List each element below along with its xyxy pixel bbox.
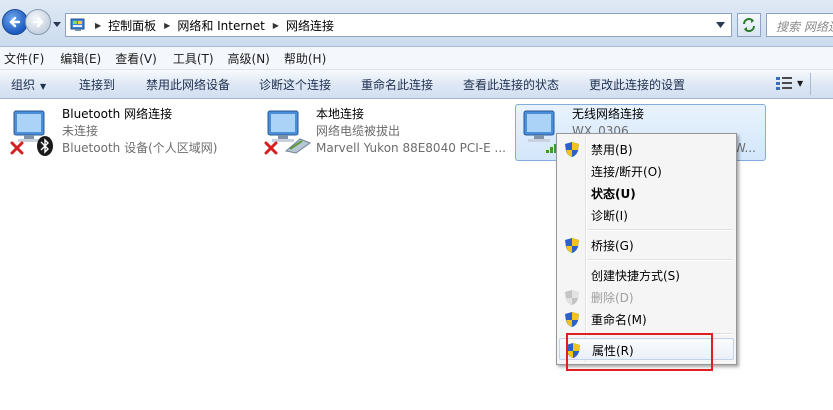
breadcrumb-network-connections[interactable]: 网络连接 — [286, 17, 334, 34]
menu-item-connect-disconnect[interactable]: 连接/断开(O) — [559, 160, 734, 182]
address-bar: ▶ 控制面板 ▶ 网络和 Internet ▶ 网络连接 搜索 网络连 — [0, 0, 833, 47]
refresh-icon — [743, 18, 755, 32]
menu-item-label: 重命名(M) — [591, 313, 647, 327]
breadcrumb-network-internet[interactable]: 网络和 Internet — [177, 17, 264, 34]
menu-advanced[interactable]: 高级(N) — [224, 50, 276, 67]
menu-item-status[interactable]: 状态(U) — [559, 182, 734, 204]
menu-item-label: 创建快捷方式(S) — [591, 269, 680, 283]
disconnected-x-icon — [10, 141, 24, 155]
connection-status: 未连接 — [62, 124, 99, 138]
breadcrumb-control-panel[interactable]: 控制面板 — [108, 17, 156, 34]
organize-button[interactable]: 组织 ▼ — [11, 76, 46, 93]
context-menu: 禁用(B) 连接/断开(O) 状态(U) 诊断(I) 桥接(G) 创建快捷方式(… — [556, 133, 737, 365]
change-settings-button[interactable]: 更改此连接的设置 — [589, 76, 685, 93]
arrow-right-icon — [32, 16, 44, 28]
breadcrumb-arrow-icon[interactable]: ▶ — [164, 21, 170, 30]
menu-view[interactable]: 查看(V) — [111, 50, 163, 67]
menu-edit[interactable]: 编辑(E) — [56, 50, 107, 67]
connection-local[interactable]: 本地连接 网络电缆被拔出 Marvell Yukon 88E8040 PCI-E… — [264, 103, 509, 161]
menu-item-label: 桥接(G) — [591, 239, 634, 253]
menu-bar: 文件(F) 编辑(E) 查看(V) 工具(T) 高级(N) 帮助(H) — [0, 47, 833, 70]
annotation-highlight-box — [566, 333, 713, 371]
connection-name: 无线网络连接 — [572, 107, 645, 121]
menu-item-disable[interactable]: 禁用(B) — [559, 138, 734, 160]
address-dropdown-icon[interactable] — [716, 21, 725, 29]
menu-item-label: 诊断(I) — [591, 209, 628, 223]
diagnose-connection-button[interactable]: 诊断这个连接 — [259, 76, 331, 93]
uac-shield-disabled-icon — [565, 290, 579, 305]
connection-name: Bluetooth 网络连接 — [62, 107, 173, 121]
organize-label: 组织 — [11, 78, 36, 92]
connect-to-button[interactable]: 连接到 — [79, 76, 115, 93]
chevron-down-icon: ▼ — [40, 82, 47, 91]
view-status-button[interactable]: 查看此连接的状态 — [463, 76, 559, 93]
refresh-button[interactable] — [737, 13, 761, 37]
address-path[interactable]: ▶ 控制面板 ▶ 网络和 Internet ▶ 网络连接 — [65, 13, 732, 37]
arrow-left-icon — [9, 16, 21, 28]
view-options-dropdown-icon[interactable]: ▼ — [797, 79, 803, 88]
control-panel-icon — [70, 18, 85, 31]
menu-help[interactable]: 帮助(H) — [280, 50, 332, 67]
menu-separator — [588, 229, 732, 231]
connection-device: Marvell Yukon 88E8040 PCI-E ... — [316, 141, 506, 155]
menu-separator — [588, 259, 732, 261]
search-input[interactable]: 搜索 网络连 — [766, 13, 833, 37]
connection-bluetooth[interactable]: Bluetooth 网络连接 未连接 Bluetooth 设备(个人区域网) — [10, 103, 240, 161]
menu-item-diagnose[interactable]: 诊断(I) — [559, 204, 734, 226]
uac-shield-icon — [565, 142, 579, 157]
bluetooth-icon — [37, 136, 53, 156]
toolbar-divider — [810, 73, 811, 95]
connection-device: Bluetooth 设备(个人区域网) — [62, 141, 218, 155]
menu-item-bridge[interactable]: 桥接(G) — [559, 234, 734, 256]
forward-button[interactable] — [25, 9, 51, 35]
uac-shield-icon — [565, 238, 579, 253]
rename-connection-button[interactable]: 重命名此连接 — [361, 76, 433, 93]
connection-status: 网络电缆被拔出 — [316, 124, 401, 138]
tile-text: Bluetooth 网络连接 未连接 Bluetooth 设备(个人区域网) — [62, 106, 217, 157]
menu-file[interactable]: 文件(F) — [0, 50, 50, 67]
menu-item-label: 禁用(B) — [591, 143, 633, 157]
view-options-icon[interactable] — [776, 77, 792, 91]
menu-item-label: 连接/断开(O) — [591, 165, 662, 179]
command-bar: 组织 ▼ 连接到 禁用此网络设备 诊断这个连接 重命名此连接 查看此连接的状态 更… — [0, 70, 833, 99]
network-cable-icon — [284, 138, 312, 154]
menu-tools[interactable]: 工具(T) — [169, 50, 220, 67]
menu-item-label: 状态(U) — [591, 187, 636, 201]
menu-item-delete: 删除(D) — [559, 286, 734, 308]
menu-item-rename[interactable]: 重命名(M) — [559, 308, 734, 330]
disconnected-x-icon — [264, 141, 278, 155]
menu-item-create-shortcut[interactable]: 创建快捷方式(S) — [559, 264, 734, 286]
connection-name: 本地连接 — [316, 107, 365, 121]
uac-shield-icon — [565, 312, 579, 327]
breadcrumb-arrow-icon[interactable]: ▶ — [273, 21, 279, 30]
breadcrumb-arrow-icon[interactable]: ▶ — [95, 21, 101, 30]
menu-item-label: 删除(D) — [591, 291, 634, 305]
recent-pages-dropdown-icon[interactable] — [53, 20, 61, 28]
disable-device-button[interactable]: 禁用此网络设备 — [146, 76, 230, 93]
tile-text: 本地连接 网络电缆被拔出 Marvell Yukon 88E8040 PCI-E… — [316, 106, 506, 157]
